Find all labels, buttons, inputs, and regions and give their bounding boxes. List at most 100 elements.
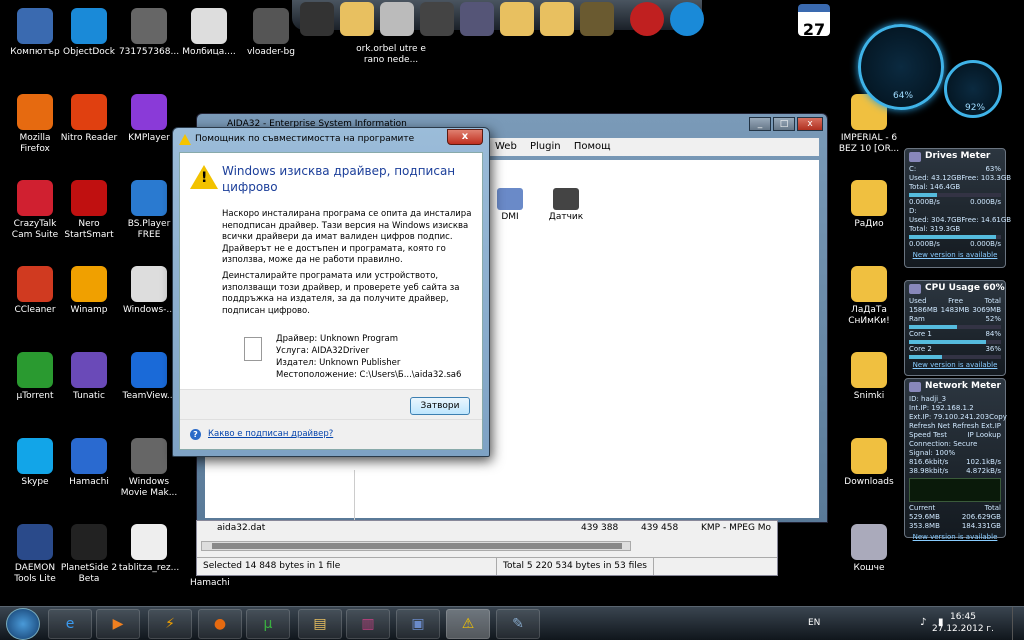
- taskbar-archive-icon[interactable]: ▥: [346, 609, 390, 639]
- desktop-icon[interactable]: Skype: [4, 438, 66, 488]
- desktop-icon[interactable]: PlanetSide 2 Beta: [58, 524, 120, 585]
- taskbar-warning-icon[interactable]: ⚠: [446, 609, 490, 639]
- desktop-icon-label: BS.Player FREE: [127, 219, 171, 240]
- desktop-icon[interactable]: TeamView...: [118, 352, 180, 402]
- app-icon: [851, 524, 887, 560]
- desktop-icon[interactable]: Nitro Reader: [58, 94, 120, 144]
- close-dialog-button[interactable]: Затвори: [410, 397, 470, 415]
- drives-new-version-link[interactable]: New version is available: [905, 251, 1005, 260]
- desktop-icon[interactable]: Nero StartSmart: [58, 180, 120, 241]
- dmi-label: DMI: [501, 212, 519, 222]
- dmi-object[interactable]: DMI: [485, 188, 535, 222]
- minimize-button[interactable]: _: [749, 117, 771, 131]
- refresh-ext-ip-link[interactable]: Refresh Ext.IP: [953, 422, 1001, 431]
- app-icon: [17, 524, 53, 560]
- desktop-icon[interactable]: Windows Movie Mak...: [118, 438, 180, 499]
- folder-icon[interactable]: [340, 2, 374, 36]
- desktop-icon[interactable]: 731757368...: [118, 8, 180, 58]
- cpu-used-header: Used: [909, 297, 927, 305]
- cpu-icon: [909, 284, 921, 294]
- app-icon: [17, 352, 53, 388]
- taskbar-ie-icon[interactable]: e: [48, 609, 92, 639]
- signal-strength: Signal: 100%: [909, 449, 956, 457]
- core2-label: Core 2: [909, 345, 932, 353]
- desktop-icon[interactable]: KMPlayer: [118, 94, 180, 144]
- desktop-icon[interactable]: Windows-...: [118, 266, 180, 316]
- help-link[interactable]: Какво е подписан драйвер?: [208, 429, 333, 439]
- starcraft-icon[interactable]: [460, 2, 494, 36]
- copy-ip-link[interactable]: Copy: [989, 413, 1007, 422]
- menu-help[interactable]: Помощ: [574, 141, 611, 152]
- clock-time: 16:45: [950, 612, 976, 622]
- taskbar-media-player-icon[interactable]: ▶: [96, 609, 140, 639]
- volume-icon[interactable]: ♪: [920, 617, 926, 628]
- menu-plugin[interactable]: Plugin: [530, 141, 561, 152]
- desktop-icon[interactable]: ObjectDock: [58, 8, 120, 58]
- internal-ip: Int.IP: 192.168.1.2: [909, 404, 974, 412]
- core1-label: Core 1: [909, 330, 932, 338]
- movie-icon[interactable]: [300, 2, 334, 36]
- taskbar-explorer-icon[interactable]: ▤: [298, 609, 342, 639]
- calendar-icon[interactable]: 27: [798, 4, 830, 39]
- desktop-icon[interactable]: Downloads: [838, 438, 900, 488]
- taskbar-utorrent-icon[interactable]: µ: [246, 609, 290, 639]
- desktop-icon[interactable]: CrazyTalk Cam Suite: [4, 180, 66, 241]
- taskbar-aida-icon[interactable]: ▣: [396, 609, 440, 639]
- network-new-version-link[interactable]: New version is available: [905, 533, 1005, 542]
- warning-small-icon: [179, 134, 191, 145]
- cpu-new-version-link[interactable]: New version is available: [905, 361, 1005, 370]
- table-row[interactable]: aida32.dat 439 388 439 458 KMP - MPEG Mo: [201, 523, 773, 535]
- chip-icon[interactable]: [420, 2, 454, 36]
- menu-web[interactable]: Web: [495, 141, 517, 152]
- app-icon: [131, 8, 167, 44]
- window-close-button[interactable]: x: [797, 117, 823, 131]
- speed-test-link[interactable]: Speed Test: [909, 431, 947, 440]
- start-button[interactable]: [6, 608, 40, 640]
- desktop-icon[interactable]: Компютър: [4, 8, 66, 58]
- desktop-icon[interactable]: Кошче: [838, 524, 900, 574]
- desktop-icon[interactable]: CCleaner: [4, 266, 66, 316]
- dialog-title: Помощник по съвместимостта на програмите: [195, 134, 415, 144]
- disc-icon[interactable]: [380, 2, 414, 36]
- desktop-icon[interactable]: tablitza_rez...: [118, 524, 180, 574]
- taskbar-winamp-icon[interactable]: ⚡: [148, 609, 192, 639]
- core1-percent: 84%: [985, 330, 1001, 338]
- desktop-icon[interactable]: BS.Player FREE: [118, 180, 180, 241]
- desktop-icon[interactable]: µTorrent: [4, 352, 66, 402]
- desktop-icon-label: IMPERIAL - 6 BEZ 10 [OR...: [838, 133, 900, 154]
- dialog-close-button[interactable]: x: [447, 129, 483, 145]
- desktop-icon[interactable]: Snimki: [838, 352, 900, 402]
- folder-icon[interactable]: [500, 2, 534, 36]
- taskbar-paint-icon[interactable]: ✎: [496, 609, 540, 639]
- desktop-icon[interactable]: ЛаДаТа СнИмКи!: [838, 266, 900, 327]
- desktop-icon[interactable]: Молбица....: [178, 8, 240, 58]
- desktop-icon[interactable]: Winamp: [58, 266, 120, 316]
- desktop-icon[interactable]: Tunatic: [58, 352, 120, 402]
- drive-d-write: 0.000B/s: [970, 240, 1001, 248]
- desktop-icon[interactable]: Mozilla Firefox: [4, 94, 66, 155]
- objectdock-icon[interactable]: [670, 2, 704, 36]
- taskbar-firefox-icon[interactable]: ●: [198, 609, 242, 639]
- trophy-icon[interactable]: [580, 2, 614, 36]
- folder-icon[interactable]: [540, 2, 574, 36]
- app-icon: [17, 266, 53, 302]
- cpu-total-header: Total: [984, 297, 1001, 305]
- ip-lookup-link[interactable]: IP Lookup: [967, 431, 1001, 440]
- refresh-net-link[interactable]: Refresh Net: [909, 422, 950, 431]
- external-ip: Ext.IP: 79.100.241.203: [909, 413, 990, 421]
- horizontal-scrollbar[interactable]: [201, 541, 631, 551]
- clock[interactable]: 16:45 27.12.2012 г.: [932, 611, 994, 635]
- driver-signature-dialog: Помощник по съвместимостта на програмите…: [172, 127, 490, 457]
- dialog-paragraph-2: Деинсталирайте програмата или устройство…: [222, 271, 460, 316]
- desktop-icon[interactable]: РаДио: [838, 180, 900, 230]
- desktop-icon[interactable]: Hamachi: [58, 438, 120, 488]
- maximize-button[interactable]: □: [773, 117, 795, 131]
- driver-service: Услуга: AIDA32Driver: [276, 346, 370, 356]
- desktop-icon[interactable]: ork.orbel utre e rano nede...: [356, 44, 426, 66]
- desktop-icon[interactable]: DAEMON Tools Lite: [4, 524, 66, 585]
- desktop-icon-label: tablitza_rez...: [118, 563, 180, 573]
- sensor-object[interactable]: Датчик: [541, 188, 591, 222]
- language-indicator[interactable]: EN: [808, 618, 820, 628]
- burn-icon[interactable]: [630, 2, 664, 36]
- show-desktop-button[interactable]: [1012, 607, 1024, 640]
